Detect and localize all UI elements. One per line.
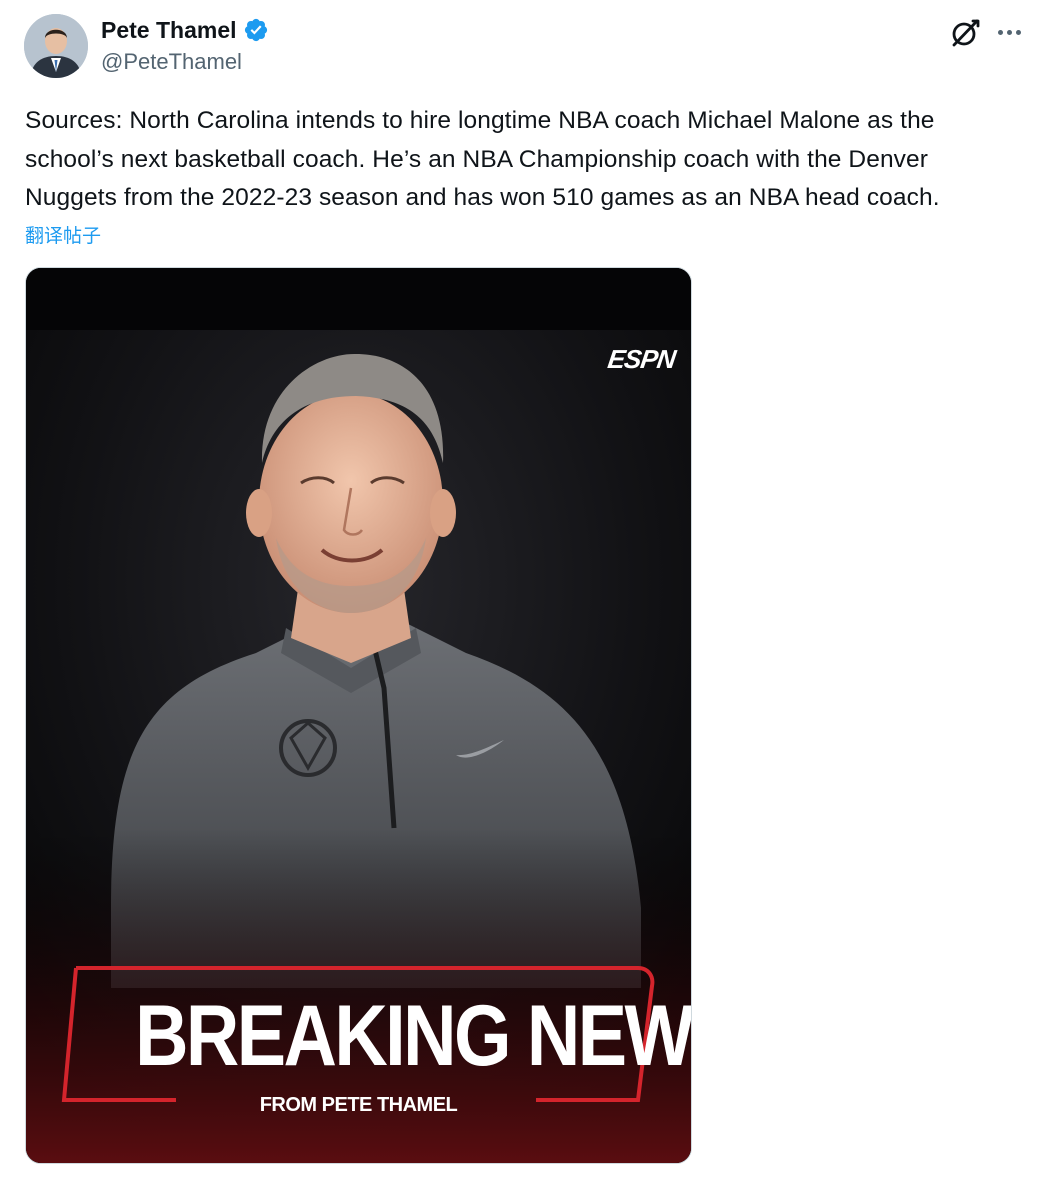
more-dot [1015, 29, 1021, 35]
grok-icon[interactable] [948, 16, 982, 50]
breaking-news-headline: BREAKING NEWS [135, 988, 692, 1084]
profile-photo-icon [24, 14, 88, 78]
avatar[interactable] [24, 14, 88, 78]
verified-badge-icon [243, 17, 269, 43]
more-options-icon[interactable] [993, 18, 1025, 46]
author-display-name[interactable]: Pete Thamel [101, 14, 237, 46]
translate-post-link[interactable]: 翻译帖子 [25, 222, 101, 250]
breaking-news-byline: FROM PETE THAMEL [259, 1094, 458, 1116]
more-dot [1006, 29, 1012, 35]
espn-logo: ESPN [606, 344, 678, 374]
tweet-card: Pete Thamel @PeteThamel Sources: North C… [0, 0, 1050, 1190]
tweet-text: Sources: North Carolina intends to hire … [25, 107, 940, 211]
author-handle[interactable]: @PeteThamel [101, 47, 242, 77]
more-dot [997, 29, 1003, 35]
media-image[interactable]: ESPN BREAKING NEWS FROM PETE THAMEL [25, 267, 692, 1164]
author-name-row[interactable]: Pete Thamel [101, 14, 269, 46]
